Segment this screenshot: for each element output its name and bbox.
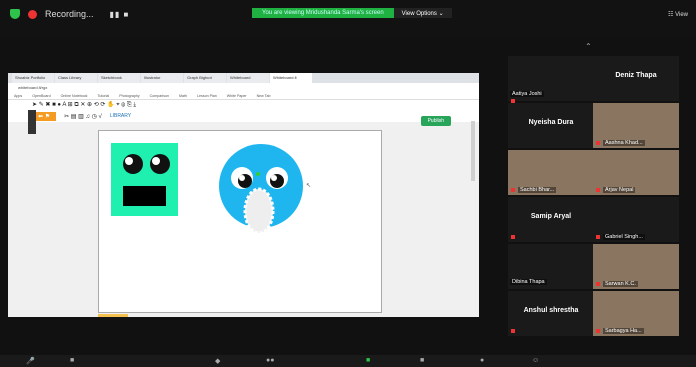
muted-mic-icon	[596, 188, 600, 192]
browser-tab[interactable]: Whiteboard	[227, 73, 269, 83]
participant-name: Anshul shrestha	[523, 307, 579, 314]
participant-video[interactable]: Arjav Nepal	[593, 150, 679, 195]
view-options-button[interactable]: View Options ⌄	[393, 8, 452, 18]
bookmark[interactable]: White Paper	[227, 94, 247, 98]
bookmarks-bar: Apps OpenBoard Online Notebook Tutorial …	[8, 92, 479, 100]
browser-tab[interactable]: Illustrator	[141, 73, 183, 83]
scrollbar[interactable]	[471, 121, 475, 181]
participant-video[interactable]: Sachbi Bhar...	[508, 150, 594, 195]
bookmark[interactable]: Math	[179, 94, 187, 98]
participant-name: Aashna Khad...	[603, 140, 645, 146]
participant-name: Aatiya Joshi	[510, 91, 544, 97]
share-screen-icon[interactable]: ■	[420, 357, 424, 364]
chat-icon[interactable]: ■	[366, 357, 370, 364]
security-shield-icon[interactable]	[10, 9, 20, 19]
muted-mic-icon	[511, 188, 515, 192]
robot-eye	[150, 154, 170, 174]
top-bar: Recording... ▮▮ ■ You are viewing Mridus…	[0, 0, 696, 38]
participant-name: Sarbagya Ha...	[603, 328, 644, 334]
participant-name: Dibina Thapa	[510, 279, 547, 285]
whiteboard-canvas[interactable]: ↖	[98, 130, 382, 313]
muted-mic-icon	[596, 329, 600, 333]
bookmark[interactable]: Comparison	[150, 94, 169, 98]
muted-mic-icon	[511, 235, 515, 239]
participant-tile[interactable]: Aatiya Joshi	[508, 56, 594, 103]
recording-icon	[28, 9, 37, 19]
mute-icon[interactable]: 🎤	[26, 357, 35, 365]
tool-icons[interactable]: ✂ ▤ ▥ ♫ ◷ √	[64, 113, 102, 120]
browser-tab[interactable]: Graph Bigfoot	[184, 73, 226, 83]
screen-share-banner: You are viewing Mridushanda Sarma's scre…	[252, 8, 394, 18]
view-button[interactable]: ☷ View	[668, 11, 688, 18]
browser-tab[interactable]: Shoabiz Portfolio	[12, 73, 54, 83]
browser-tab[interactable]: Sketchbook	[98, 73, 140, 83]
bookmark[interactable]: Lesson Plan	[197, 94, 217, 98]
shared-screen: Shoabiz Portfolio Class Library Sketchbo…	[8, 73, 479, 317]
chevron-up-icon[interactable]: ⌃	[585, 42, 592, 51]
bookmark[interactable]: New Tab	[257, 94, 271, 98]
browser-tab-active[interactable]: Whiteboard.fi	[270, 73, 312, 83]
recording-controls[interactable]: ▮▮ ■	[110, 10, 130, 19]
drawing: ↖	[111, 143, 311, 235]
bookmark[interactable]: Tutorial	[97, 94, 109, 98]
progress-strip	[98, 314, 128, 317]
participant-tile[interactable]: Anshul shrestha	[508, 291, 594, 336]
participant-tile[interactable]: Nyeisha Dura	[508, 103, 594, 148]
publish-button[interactable]: Publish	[420, 116, 451, 126]
bookmark[interactable]: Photography	[119, 94, 139, 98]
security-icon[interactable]: ◆	[215, 357, 220, 365]
bookmark[interactable]: OpenBoard	[32, 94, 50, 98]
participant-name: Sachbi Bhar...	[518, 187, 557, 193]
participant-name: Nyeisha Dura	[528, 119, 574, 126]
muted-mic-icon	[596, 282, 600, 286]
muted-mic-icon	[511, 329, 515, 333]
muted-mic-icon	[596, 141, 600, 145]
participant-name: Deniz Thapa	[615, 72, 657, 79]
participant-name: Arjav Nepal	[603, 187, 636, 193]
meeting-controls-bar: 🎤 ■ ◆ ●● ■ ■ ● ☺	[0, 355, 696, 367]
participant-tile[interactable]: Deniz Thapa	[593, 56, 679, 101]
participant-tile[interactable]: Samip Aryal	[508, 197, 594, 242]
bookmark[interactable]: Apps	[14, 94, 22, 98]
video-icon[interactable]: ■	[70, 357, 74, 364]
record-icon[interactable]: ●	[480, 357, 484, 364]
recording-label: Recording...	[45, 9, 94, 19]
browser-tab[interactable]: Class Library	[55, 73, 97, 83]
participant-name: Sarwan K.C.	[603, 281, 638, 287]
participants-icon[interactable]: ●●	[266, 357, 274, 364]
bookmark[interactable]: Online Notebook	[61, 94, 88, 98]
library-button[interactable]: LIBRARY	[110, 113, 131, 119]
robot-mouth	[123, 186, 166, 206]
muted-mic-icon	[596, 235, 600, 239]
owl-belly	[243, 187, 275, 235]
address-bar[interactable]: whiteboard.fi/rgx	[8, 83, 479, 92]
participant-video[interactable]: Sarbagya Ha...	[593, 291, 679, 336]
participant-video[interactable]: Aashna Khad...	[593, 103, 679, 148]
robot-eye	[123, 154, 143, 174]
drawing-toolbar-2: ⬅ ⚑ ✂ ▤ ▥ ♫ ◷ √ LIBRARY	[8, 110, 479, 122]
tool-sidebar[interactable]	[28, 110, 36, 134]
participant-tile[interactable]: Gabriel Singh...	[593, 197, 679, 242]
participant-name: Samip Aryal	[530, 213, 572, 220]
participant-name: Gabriel Singh...	[603, 234, 645, 240]
browser-tabs: Shoabiz Portfolio Class Library Sketchbo…	[8, 73, 479, 83]
reactions-icon[interactable]: ☺	[532, 357, 539, 364]
participant-video[interactable]: Sarwan K.C.	[593, 244, 679, 289]
drawing-toolbar[interactable]: ➤ ✎ ✖ ■ ● A ⊞ ⧉ ✕ ⊕ ⟲ ⟳ ✋ ⌖ ⊛ ⎘ ⤓	[8, 100, 479, 110]
svg-text:↖: ↖	[306, 183, 311, 189]
participant-tile[interactable]: Dibina Thapa	[508, 244, 594, 289]
